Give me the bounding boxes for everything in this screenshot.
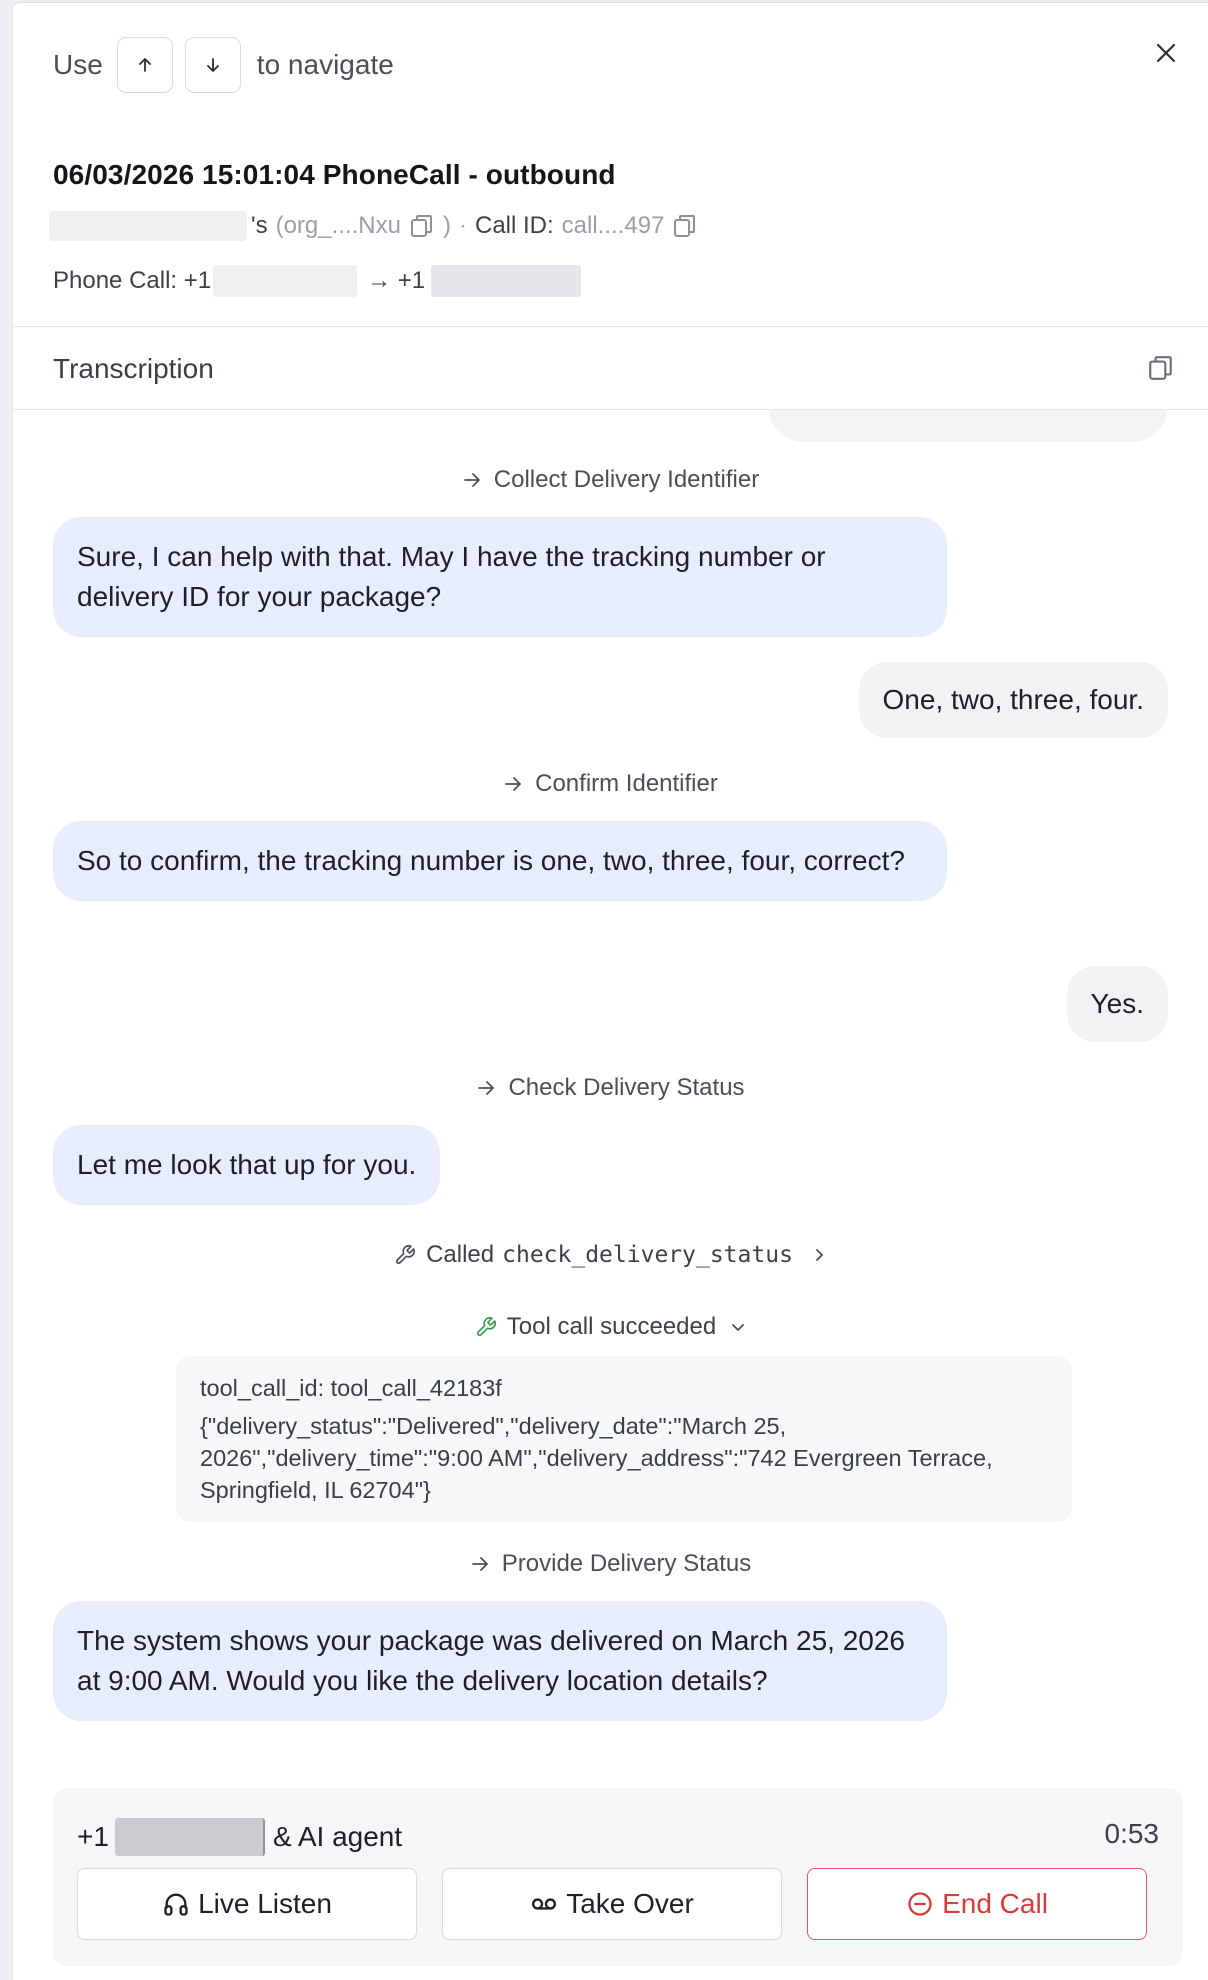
next-item-key[interactable] xyxy=(184,37,241,93)
chevron-down-icon xyxy=(730,1319,746,1335)
active-call-card: +1 & AI agent 0:53 Live Listen Take Over… xyxy=(53,1788,1183,1966)
copy-icon xyxy=(1149,356,1172,380)
flow-node-label: Provide Delivery Status xyxy=(501,1550,752,1577)
org-id-close: ) xyxy=(442,212,451,239)
tool-name: check_delivery_status xyxy=(502,1242,793,1268)
copy-transcription-button[interactable] xyxy=(1144,351,1178,385)
flow-node-transition: Check Delivery Status xyxy=(13,1068,1208,1108)
close-icon xyxy=(1156,43,1176,63)
copy-icon xyxy=(410,215,432,237)
tool-call-row[interactable]: Called check_delivery_status xyxy=(13,1235,1208,1275)
user-message: Yes. xyxy=(1066,966,1168,1042)
user-message: One, two, three, four. xyxy=(858,662,1168,738)
arrow-up-icon xyxy=(138,58,151,72)
flow-node-transition: Collect Delivery Identifier xyxy=(13,460,1208,500)
call-title: 06/03/2026 15:01:04 PhoneCall - outbound xyxy=(53,159,616,190)
call-participants: +1 & AI agent xyxy=(77,1818,402,1856)
voicemail-icon xyxy=(530,1890,558,1918)
tool-result-toggle[interactable]: Tool call succeeded xyxy=(13,1307,1208,1347)
agent-message: The system shows your package was delive… xyxy=(53,1601,947,1721)
call-detail-panel: Use to navigate 06/03/2026 15:01:04 Phon… xyxy=(12,2,1208,1980)
redacted-caller-number xyxy=(114,1818,265,1856)
arrow-right-icon xyxy=(462,470,482,490)
redacted-from-number xyxy=(213,265,358,297)
wrench-icon xyxy=(394,1244,416,1266)
header-divider xyxy=(13,326,1208,327)
meta-separator: · xyxy=(458,212,467,239)
redacted-to-number xyxy=(431,265,582,297)
phone-to-label: → +1 xyxy=(367,267,426,294)
arrow-right-icon xyxy=(476,1078,496,1098)
tool-call-id: tool_call_id: tool_call_42183f xyxy=(200,1375,502,1401)
previous-item-key[interactable] xyxy=(116,37,173,93)
tool-result-label: Tool call succeeded xyxy=(506,1313,717,1340)
headphones-icon xyxy=(162,1890,190,1918)
phone-call-row: Phone Call: +1 → +1 xyxy=(53,265,582,297)
arrow-right-icon xyxy=(470,1554,490,1574)
redacted-org-name xyxy=(49,211,247,241)
nav-hint-prefix: Use xyxy=(53,49,103,80)
transcript-scroll-area[interactable]: Collect Delivery Identifier Sure, I can … xyxy=(13,410,1208,1770)
nav-hint-suffix: to navigate xyxy=(256,49,394,80)
call-id-label: Call ID: xyxy=(474,212,554,239)
wrench-success-icon xyxy=(475,1316,497,1338)
caller-prefix: +1 xyxy=(77,1821,109,1852)
agent-message: Let me look that up for you. xyxy=(53,1125,441,1205)
flow-node-label: Check Delivery Status xyxy=(508,1074,745,1101)
tool-result-json: {"delivery_status":"Delivered","delivery… xyxy=(200,1413,993,1503)
call-id-value: call....497 xyxy=(561,212,665,239)
close-panel-button[interactable] xyxy=(1148,35,1184,71)
arrow-right-icon xyxy=(503,774,523,794)
phone-from-label: Phone Call: +1 xyxy=(53,267,212,294)
end-call-label: End Call xyxy=(942,1888,1048,1919)
call-timer: 0:53 xyxy=(1104,1818,1160,1849)
live-listen-label: Live Listen xyxy=(198,1888,332,1919)
live-listen-button[interactable]: Live Listen xyxy=(77,1868,417,1940)
flow-node-transition: Provide Delivery Status xyxy=(13,1544,1208,1584)
circle-minus-icon xyxy=(906,1890,934,1918)
flow-node-label: Collect Delivery Identifier xyxy=(493,466,760,493)
agent-message: Sure, I can help with that. May I have t… xyxy=(53,517,947,637)
transcription-heading: Transcription xyxy=(53,353,214,384)
copy-call-id-button[interactable] xyxy=(670,211,700,241)
agent-message: So to confirm, the tracking number is on… xyxy=(53,821,947,901)
flow-node-transition: Confirm Identifier xyxy=(13,764,1208,804)
end-call-button[interactable]: End Call xyxy=(807,1868,1147,1940)
copy-org-id-button[interactable] xyxy=(407,211,437,241)
caller-suffix: & AI agent xyxy=(272,1821,403,1852)
take-over-button[interactable]: Take Over xyxy=(442,1868,782,1940)
take-over-label: Take Over xyxy=(566,1888,694,1919)
org-id: (org_....Nxu xyxy=(275,212,401,239)
tool-call-prefix: Called xyxy=(426,1241,495,1268)
tool-result-box: tool_call_id: tool_call_42183f {"deliver… xyxy=(176,1356,1072,1522)
call-meta-row: 's (org_....Nxu ) · Call ID: call....497 xyxy=(49,211,706,241)
chevron-right-icon xyxy=(811,1247,827,1263)
previous-user-message-partial xyxy=(768,410,1168,442)
flow-node-label: Confirm Identifier xyxy=(535,770,718,797)
copy-icon xyxy=(674,215,696,237)
keyboard-nav-hint: Use to navigate xyxy=(53,37,394,93)
arrow-down-icon xyxy=(206,58,219,72)
org-possessive: 's xyxy=(251,212,268,239)
